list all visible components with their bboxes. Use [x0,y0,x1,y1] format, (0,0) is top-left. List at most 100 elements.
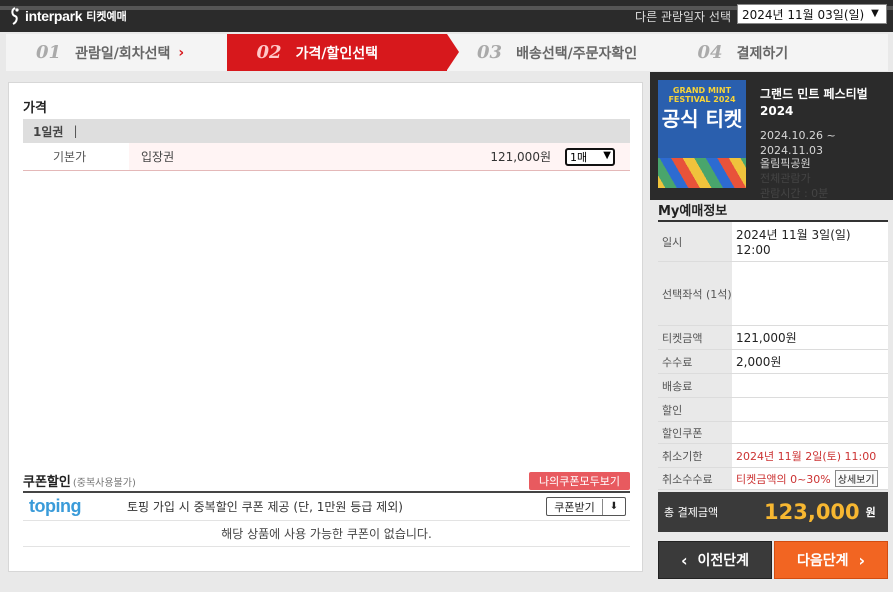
event-info: 2024.10.26 ~ 2024.11.03 [760,128,890,158]
info-value [732,374,888,397]
step-label: 관람일/회차선택 [75,45,171,62]
event-info-more: 올림픽공원 전체관람가 관람시간 : 0분 [760,156,890,201]
get-coupon-label: 쿠폰받기 [547,498,603,515]
coupon-note: (중복사용불가) [72,478,136,489]
next-step-button[interactable]: 다음단계 › [774,541,888,579]
date-select-value: 2024년 11월 03일(일) [742,7,865,22]
toping-logo: toping [29,496,81,516]
info-row: 취소기한 2024년 11월 2일(토) 11:00 [658,444,888,468]
total-unit: 원 [865,506,876,519]
step-number: 03 [477,42,503,63]
poster-pattern [658,158,746,188]
event-venue: 올림픽공원 [760,157,811,170]
download-icon: ⬇ [609,501,619,512]
logo[interactable]: interpark 티켓예매 [8,6,127,26]
booking-info-table: 일시 2024년 11월 3일(일) 12:00 선택좌석 (1석) 티켓금액 … [658,222,888,490]
info-row: 취소수수료 티켓금액의 0~30% 상세보기 [658,468,888,490]
info-value [732,262,888,325]
event-title: 그랜드 민트 페스티벌 2024 [760,87,868,118]
event-runtime: 관람시간 : 0분 [760,187,829,200]
info-key: 수수료 [662,355,693,369]
info-key: 취소수수료 [662,472,713,486]
ticket-group-header: 1일권 | [23,119,630,143]
info-row: 할인 [658,398,888,422]
info-key: 할인 [662,403,683,417]
event-rating: 전체관람가 [760,172,811,185]
step-3: 03 배송선택/주문자확인 [447,34,668,71]
event-poster: GRAND MINT FESTIVAL 2024 공식 티켓 [658,80,746,188]
poster-festival-text: GRAND MINT FESTIVAL 2024 [668,86,736,104]
step-4: 04 결제하기 [668,34,889,71]
prev-step-label: 이전단계 [697,553,750,569]
info-row: 배송료 [658,374,888,398]
chevron-down-icon: ▼ [871,8,879,19]
info-value [732,422,888,443]
cancel-fee-text: 티켓금액의 0~30% [736,472,831,486]
info-key: 취소기한 [662,449,703,463]
date-label: 다른 관람일자 선택 [635,10,731,24]
interpark-logo-icon [11,7,19,25]
total-amount: 123,000 [764,500,860,524]
info-key: 할인쿠폰 [662,426,703,440]
chevron-down-icon: ▼ [603,149,611,161]
chevron-right-icon: › [858,550,866,570]
prev-step-button[interactable]: ‹ 이전단계 [658,541,772,579]
ticket-group-label: 1일권 [33,124,64,139]
event-period: 2024.10.26 ~ 2024.11.03 [760,129,836,157]
divider: | [73,124,78,138]
price-amount: 121,000원 [431,143,559,170]
total-label: 총 결제금액 [664,506,719,519]
step-number: 02 [256,42,282,63]
details-button[interactable]: 상세보기 [834,470,878,487]
price-name: 입장권 [129,143,431,170]
side-panel: GRAND MINT FESTIVAL 2024 공식 티켓 그랜드 민트 페스… [650,72,893,592]
step-bar: 01 관람일/회차선택 › 02 가격/할인선택 03 배송선택/주문자확인 0… [6,34,888,71]
quantity-value: 1매 [570,150,588,164]
step-number: 04 [697,42,723,63]
info-value: 티켓금액의 0~30% 상세보기 [732,468,888,489]
logo-sub: 티켓예매 [86,10,127,23]
info-row: 일시 2024년 11월 3일(일) 12:00 [658,222,888,262]
info-value [732,398,888,421]
price-row: 기본가 입장권 121,000원 1매 ▼ [23,143,630,171]
info-key: 선택좌석 (1석) [662,287,732,301]
info-value: 2024년 11월 3일(일) 12:00 [732,222,888,261]
top-bar: interpark 티켓예매 다른 관람일자 선택 2024년 11월 03일(… [0,0,893,32]
info-key: 일시 [662,235,683,249]
logo-brand: interpark [25,8,83,24]
info-row: 티켓금액 121,000원 [658,326,888,350]
step-1[interactable]: 01 관람일/회차선택 › [6,34,227,71]
info-key: 티켓금액 [662,331,703,345]
next-step-label: 다음단계 [796,553,849,569]
info-row: 수수료 2,000원 [658,350,888,374]
no-coupon-message: 해당 상품에 사용 가능한 쿠폰이 없습니다. [23,521,630,547]
step-2[interactable]: 02 가격/할인선택 [226,34,459,71]
coupon-title-text: 쿠폰할인 [23,475,71,490]
step-label: 결제하기 [736,45,789,62]
coupon-offer-row: toping 토핑 가입 시 중복할인 쿠폰 제공 (단, 1만원 등급 제외)… [23,493,630,521]
my-booking-title: My예매정보 [658,204,728,219]
qty-cell: 1매 ▼ [559,143,630,170]
chevron-right-icon: › [178,44,185,61]
step-label: 배송선택/주문자확인 [516,45,638,62]
main-panel: 가격 1일권 | 기본가 입장권 121,000원 1매 ▼ 쿠폰할인 (중복사용… [8,82,643,572]
coupon-section-title: 쿠폰할인 (중복사용불가) [23,471,136,490]
date-select[interactable]: 2024년 11월 03일(일) ▼ [737,4,887,24]
my-coupons-button[interactable]: 나의쿠폰모두보기 [529,472,630,490]
info-value: 121,000원 [732,326,888,349]
step-label: 가격/할인선택 [295,45,378,62]
total-payment: 총 결제금액 123,000 원 [658,492,888,532]
poster-ticket-text: 공식 티켓 [661,107,743,131]
price-type: 기본가 [53,150,87,164]
info-value: 2024년 11월 2일(토) 11:00 [732,444,888,467]
chevron-left-icon: ‹ [680,550,688,570]
coupon-offer-text: 토핑 가입 시 중복할인 쿠폰 제공 (단, 1만원 등급 제외) [127,500,403,514]
get-coupon-button[interactable]: 쿠폰받기 ⬇ [546,497,626,516]
info-row: 선택좌석 (1석) [658,262,888,326]
info-row: 할인쿠폰 [658,422,888,444]
info-key: 배송료 [662,379,693,393]
step-number: 01 [36,42,62,63]
quantity-select[interactable]: 1매 ▼ [565,147,615,166]
price-section-title: 가격 [23,101,47,116]
info-value: 2,000원 [732,350,888,373]
